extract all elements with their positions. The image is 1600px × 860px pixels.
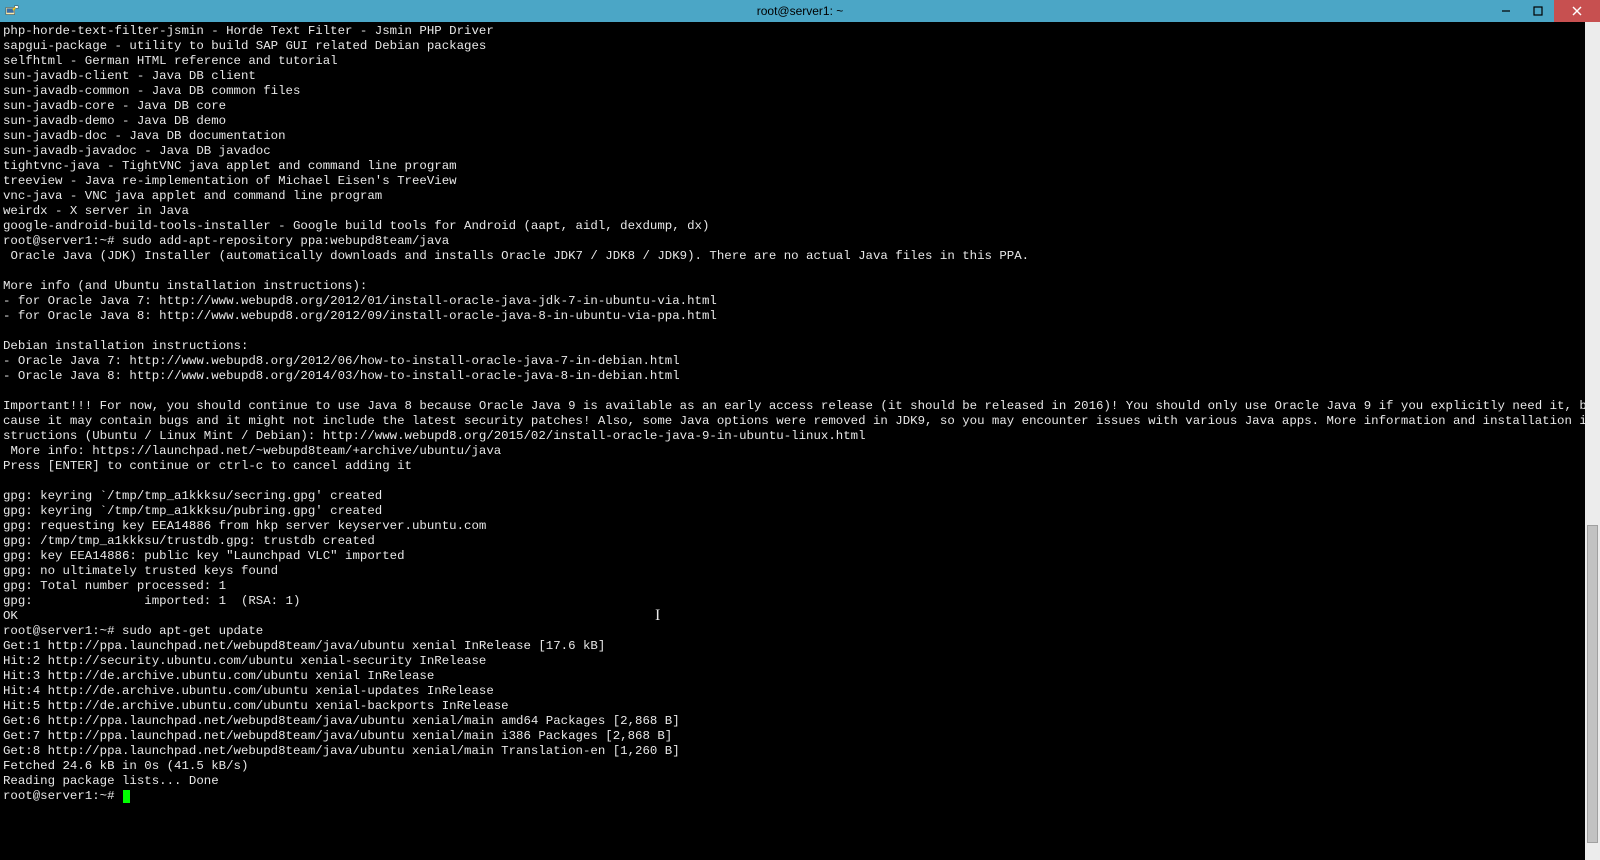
terminal-line: More info (and Ubuntu installation instr… <box>3 279 1597 294</box>
terminal-line: sun-javadb-core - Java DB core <box>3 99 1597 114</box>
terminal-line: google-android-build-tools-installer - G… <box>3 219 1597 234</box>
terminal-line: Debian installation instructions: <box>3 339 1597 354</box>
terminal-line: Get:8 http://ppa.launchpad.net/webupd8te… <box>3 744 1597 759</box>
terminal-line: Reading package lists... Done <box>3 774 1597 789</box>
terminal-line: gpg: /tmp/tmp_a1kkksu/trustdb.gpg: trust… <box>3 534 1597 549</box>
text-cursor-icon: I <box>655 607 660 625</box>
terminal-line: sun-javadb-demo - Java DB demo <box>3 114 1597 129</box>
terminal-line: Hit:2 http://security.ubuntu.com/ubuntu … <box>3 654 1597 669</box>
terminal-line: OK <box>3 609 1597 624</box>
terminal-line: - for Oracle Java 7: http://www.webupd8.… <box>3 294 1597 309</box>
terminal-output[interactable]: php-horde-text-filter-jsmin - Horde Text… <box>0 22 1600 860</box>
terminal-cursor <box>123 790 130 803</box>
maximize-button[interactable] <box>1522 0 1554 22</box>
close-button[interactable] <box>1554 0 1600 22</box>
terminal-line: selfhtml - German HTML reference and tut… <box>3 54 1597 69</box>
terminal-line: Hit:4 http://de.archive.ubuntu.com/ubunt… <box>3 684 1597 699</box>
terminal-line: Fetched 24.6 kB in 0s (41.5 kB/s) <box>3 759 1597 774</box>
terminal-line: Get:1 http://ppa.launchpad.net/webupd8te… <box>3 639 1597 654</box>
terminal-line <box>3 264 1597 279</box>
window-titlebar: root@server1: ~ <box>0 0 1600 22</box>
terminal-line: treeview - Java re-implementation of Mic… <box>3 174 1597 189</box>
terminal-line: gpg: key EEA14886: public key "Launchpad… <box>3 549 1597 564</box>
terminal-line: sun-javadb-javadoc - Java DB javadoc <box>3 144 1597 159</box>
terminal-line: vnc-java - VNC java applet and command l… <box>3 189 1597 204</box>
terminal-line: sun-javadb-doc - Java DB documentation <box>3 129 1597 144</box>
minimize-button[interactable] <box>1490 0 1522 22</box>
terminal-line: sapgui-package - utility to build SAP GU… <box>3 39 1597 54</box>
terminal-line: php-horde-text-filter-jsmin - Horde Text… <box>3 24 1597 39</box>
putty-icon <box>4 3 20 19</box>
terminal-line: Press [ENTER] to continue or ctrl-c to c… <box>3 459 1597 474</box>
terminal-line: - Oracle Java 7: http://www.webupd8.org/… <box>3 354 1597 369</box>
terminal-line: sun-javadb-common - Java DB common files <box>3 84 1597 99</box>
terminal-line: root@server1:~# sudo apt-get update <box>3 624 1597 639</box>
terminal-line <box>3 384 1597 399</box>
vertical-scrollbar[interactable] <box>1585 22 1600 860</box>
window-controls <box>1490 0 1600 22</box>
terminal-line: Oracle Java (JDK) Installer (automatical… <box>3 249 1597 264</box>
terminal-prompt[interactable]: root@server1:~# <box>3 789 1597 804</box>
scrollbar-thumb[interactable] <box>1587 525 1598 843</box>
terminal-line: weirdx - X server in Java <box>3 204 1597 219</box>
terminal-line: Get:7 http://ppa.launchpad.net/webupd8te… <box>3 729 1597 744</box>
terminal-line: gpg: requesting key EEA14886 from hkp se… <box>3 519 1597 534</box>
terminal-line: gpg: Total number processed: 1 <box>3 579 1597 594</box>
terminal-line: gpg: keyring `/tmp/tmp_a1kkksu/secring.g… <box>3 489 1597 504</box>
terminal-line: - Oracle Java 8: http://www.webupd8.org/… <box>3 369 1597 384</box>
terminal-line: More info: https://launchpad.net/~webupd… <box>3 444 1597 459</box>
terminal-line: Get:6 http://ppa.launchpad.net/webupd8te… <box>3 714 1597 729</box>
terminal-line: gpg: imported: 1 (RSA: 1) <box>3 594 1597 609</box>
terminal-line: - for Oracle Java 8: http://www.webupd8.… <box>3 309 1597 324</box>
terminal-line: sun-javadb-client - Java DB client <box>3 69 1597 84</box>
terminal-line: Hit:5 http://de.archive.ubuntu.com/ubunt… <box>3 699 1597 714</box>
terminal-line <box>3 474 1597 489</box>
terminal-line: Hit:3 http://de.archive.ubuntu.com/ubunt… <box>3 669 1597 684</box>
terminal-line: tightvnc-java - TightVNC java applet and… <box>3 159 1597 174</box>
terminal-line: Important!!! For now, you should continu… <box>3 399 1597 444</box>
window-title: root@server1: ~ <box>0 4 1600 18</box>
terminal-line <box>3 324 1597 339</box>
terminal-line: root@server1:~# sudo add-apt-repository … <box>3 234 1597 249</box>
terminal-line: gpg: no ultimately trusted keys found <box>3 564 1597 579</box>
terminal-line: gpg: keyring `/tmp/tmp_a1kkksu/pubring.g… <box>3 504 1597 519</box>
